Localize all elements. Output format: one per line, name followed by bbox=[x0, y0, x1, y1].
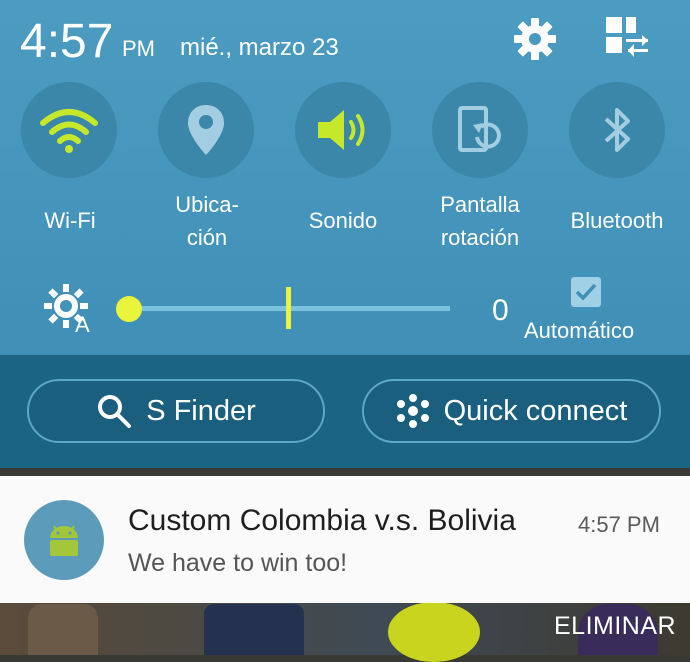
auto-brightness-checkbox[interactable] bbox=[571, 277, 601, 307]
grid-edit-icon[interactable] bbox=[604, 16, 650, 58]
camera-app-icon bbox=[28, 604, 98, 655]
wifi-toggle[interactable] bbox=[21, 82, 117, 178]
bluetooth-icon bbox=[604, 108, 630, 152]
sound-toggle[interactable] bbox=[295, 82, 391, 178]
brightness-slider-knob[interactable] bbox=[116, 296, 142, 322]
sfinder-label: S Finder bbox=[146, 394, 256, 427]
notification-title: Custom Colombia v.s. Bolivia bbox=[128, 504, 516, 537]
sfinder-button[interactable]: S Finder bbox=[27, 379, 325, 443]
auto-brightness-icon: A bbox=[42, 284, 98, 337]
rotation-label: Pantalla rotación bbox=[440, 192, 520, 250]
emoji-app-icon bbox=[388, 602, 480, 662]
sound-label: Sonido bbox=[308, 208, 378, 233]
quick-connect-label: Quick connect bbox=[443, 394, 628, 427]
search-icon bbox=[98, 395, 132, 428]
quick-connect-button[interactable]: Quick connect bbox=[362, 379, 661, 443]
clock-time: 4:57 bbox=[20, 15, 114, 68]
android-icon bbox=[24, 500, 104, 580]
facebook-app-icon bbox=[204, 604, 304, 655]
rotation-toggle[interactable] bbox=[432, 82, 528, 178]
brightness-value: 0 bbox=[492, 294, 509, 327]
sound-icon bbox=[318, 110, 365, 150]
wifi-icon bbox=[40, 109, 98, 153]
wifi-label: Wi-Fi bbox=[44, 208, 96, 233]
bluetooth-toggle[interactable] bbox=[569, 82, 665, 178]
clear-notifications-button[interactable]: ELIMINAR bbox=[554, 612, 676, 641]
auto-brightness-label: Automático bbox=[524, 318, 635, 343]
rotation-icon bbox=[458, 106, 501, 152]
location-label: Ubica- ción bbox=[175, 192, 239, 250]
location-icon bbox=[188, 105, 224, 155]
clock-ampm: PM bbox=[122, 36, 155, 61]
notification-body: We have to win too! bbox=[128, 549, 348, 577]
bluetooth-label: Bluetooth bbox=[570, 208, 664, 233]
location-toggle[interactable] bbox=[158, 82, 254, 178]
brightness-auto-marker bbox=[286, 287, 291, 329]
notification-time: 4:57 PM bbox=[578, 512, 660, 537]
quick-connect-icon bbox=[396, 394, 429, 428]
date-label: mié., marzo 23 bbox=[180, 34, 339, 61]
svg-text:A: A bbox=[75, 312, 90, 334]
checkmark-icon bbox=[575, 283, 597, 301]
gear-icon[interactable] bbox=[512, 16, 558, 62]
